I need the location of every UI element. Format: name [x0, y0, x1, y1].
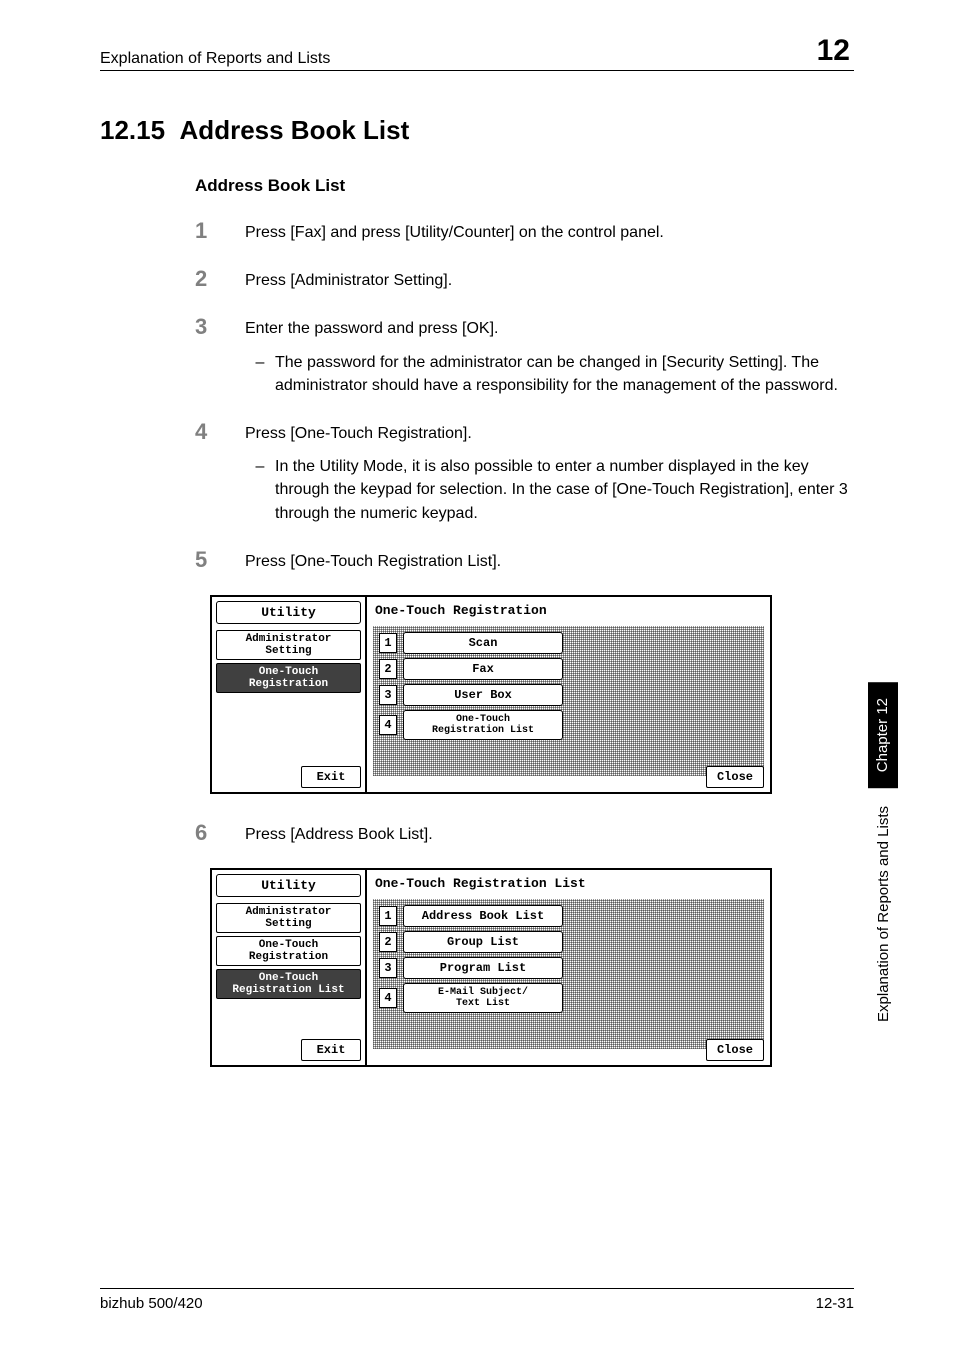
utility-label: Utility [216, 874, 361, 897]
section-number: 12.15 [100, 115, 165, 145]
page-footer: bizhub 500/420 12-31 [100, 1288, 854, 1312]
email-subject-text-list-button[interactable]: E-Mail Subject/Text List [403, 983, 563, 1013]
step-text: Enter the password and press [OK]. – The… [245, 314, 854, 397]
step-3: 3 Enter the password and press [OK]. – T… [195, 314, 854, 397]
step-number: 3 [195, 314, 245, 397]
menu-num: 4 [379, 988, 397, 1008]
footer-page-num: 12-31 [816, 1295, 854, 1312]
utility-label: Utility [216, 601, 361, 624]
step-6: 6 Press [Address Book List]. [195, 820, 854, 846]
subnote-text: The password for the administrator can b… [275, 351, 854, 397]
menu-num: 3 [379, 685, 397, 705]
ui-sidebar: Utility AdministratorSetting One-TouchRe… [212, 870, 367, 1065]
ui-main: One-Touch Registration List 1 Address Bo… [367, 870, 770, 1065]
header-chapter-num: 12 [813, 34, 854, 68]
user-box-button[interactable]: User Box [403, 684, 563, 706]
step-subnote: – The password for the administrator can… [245, 351, 854, 397]
one-touch-registration-list-button[interactable]: One-TouchRegistration List [403, 710, 563, 740]
menu-num: 1 [379, 906, 397, 926]
menu-num: 3 [379, 958, 397, 978]
side-tab: Chapter 12 Explanation of Reports and Li… [868, 682, 898, 1040]
nav-one-touch-registration[interactable]: One-TouchRegistration [216, 936, 361, 966]
step-1: 1 Press [Fax] and press [Utility/Counter… [195, 218, 854, 244]
menu-item-address-book: 1 Address Book List [379, 905, 758, 927]
step-number: 2 [195, 266, 245, 292]
step-2: 2 Press [Administrator Setting]. [195, 266, 854, 292]
step-number: 4 [195, 419, 245, 525]
program-list-button[interactable]: Program List [403, 957, 563, 979]
exit-button[interactable]: Exit [301, 766, 361, 788]
menu-area: 1 Scan 2 Fax 3 User Box 4 One-TouchRegis… [373, 626, 764, 776]
close-button[interactable]: Close [706, 766, 764, 788]
step-number: 5 [195, 547, 245, 573]
exit-button[interactable]: Exit [301, 1039, 361, 1061]
nav-administrator-setting[interactable]: AdministratorSetting [216, 903, 361, 933]
subnote-text: In the Utility Mode, it is also possible… [275, 455, 854, 525]
panel-title: One-Touch Registration List [373, 874, 764, 893]
menu-item-scan: 1 Scan [379, 632, 758, 654]
step-subnote: – In the Utility Mode, it is also possib… [245, 455, 854, 525]
menu-num: 4 [379, 715, 397, 735]
step-number: 6 [195, 820, 245, 846]
ui-sidebar: Utility AdministratorSetting One-TouchRe… [212, 597, 367, 792]
step-text: Press [One-Touch Registration]. – In the… [245, 419, 854, 525]
menu-item-group-list: 2 Group List [379, 931, 758, 953]
menu-area: 1 Address Book List 2 Group List 3 Progr… [373, 899, 764, 1049]
subsection-heading: Address Book List [195, 176, 854, 196]
ui-panel-registration-list: Utility AdministratorSetting One-TouchRe… [210, 868, 772, 1067]
menu-num: 2 [379, 932, 397, 952]
menu-item-fax: 2 Fax [379, 658, 758, 680]
step-text: Press [One-Touch Registration List]. [245, 547, 501, 573]
dash-bullet: – [245, 455, 275, 525]
menu-item-program-list: 3 Program List [379, 957, 758, 979]
menu-item-email-subject: 4 E-Mail Subject/Text List [379, 983, 758, 1013]
step-5: 5 Press [One-Touch Registration List]. [195, 547, 854, 573]
close-button[interactable]: Close [706, 1039, 764, 1061]
menu-num: 2 [379, 659, 397, 679]
scan-button[interactable]: Scan [403, 632, 563, 654]
panel-title: One-Touch Registration [373, 601, 764, 620]
menu-item-registration-list: 4 One-TouchRegistration List [379, 710, 758, 740]
side-tab-section: Explanation of Reports and Lists [871, 788, 896, 1040]
nav-one-touch-registration[interactable]: One-TouchRegistration [216, 663, 361, 693]
fax-button[interactable]: Fax [403, 658, 563, 680]
menu-item-user-box: 3 User Box [379, 684, 758, 706]
side-tab-chapter: Chapter 12 [868, 682, 898, 788]
nav-one-touch-registration-list[interactable]: One-TouchRegistration List [216, 969, 361, 999]
step-text: Press [Administrator Setting]. [245, 266, 452, 292]
dash-bullet: – [245, 351, 275, 397]
step-text: Press [Address Book List]. [245, 820, 433, 846]
header-title: Explanation of Reports and Lists [100, 50, 330, 68]
page-header: Explanation of Reports and Lists 12 [100, 34, 854, 71]
step-text: Press [Fax] and press [Utility/Counter] … [245, 218, 664, 244]
ui-main: One-Touch Registration 1 Scan 2 Fax 3 Us… [367, 597, 770, 792]
group-list-button[interactable]: Group List [403, 931, 563, 953]
nav-administrator-setting[interactable]: AdministratorSetting [216, 630, 361, 660]
section-title-text: Address Book List [180, 115, 410, 145]
menu-num: 1 [379, 633, 397, 653]
section-heading: 12.15 Address Book List [100, 115, 854, 146]
step-4: 4 Press [One-Touch Registration]. – In t… [195, 419, 854, 525]
step-number: 1 [195, 218, 245, 244]
address-book-list-button[interactable]: Address Book List [403, 905, 563, 927]
ui-panel-one-touch-registration: Utility AdministratorSetting One-TouchRe… [210, 595, 772, 794]
footer-model: bizhub 500/420 [100, 1295, 203, 1312]
